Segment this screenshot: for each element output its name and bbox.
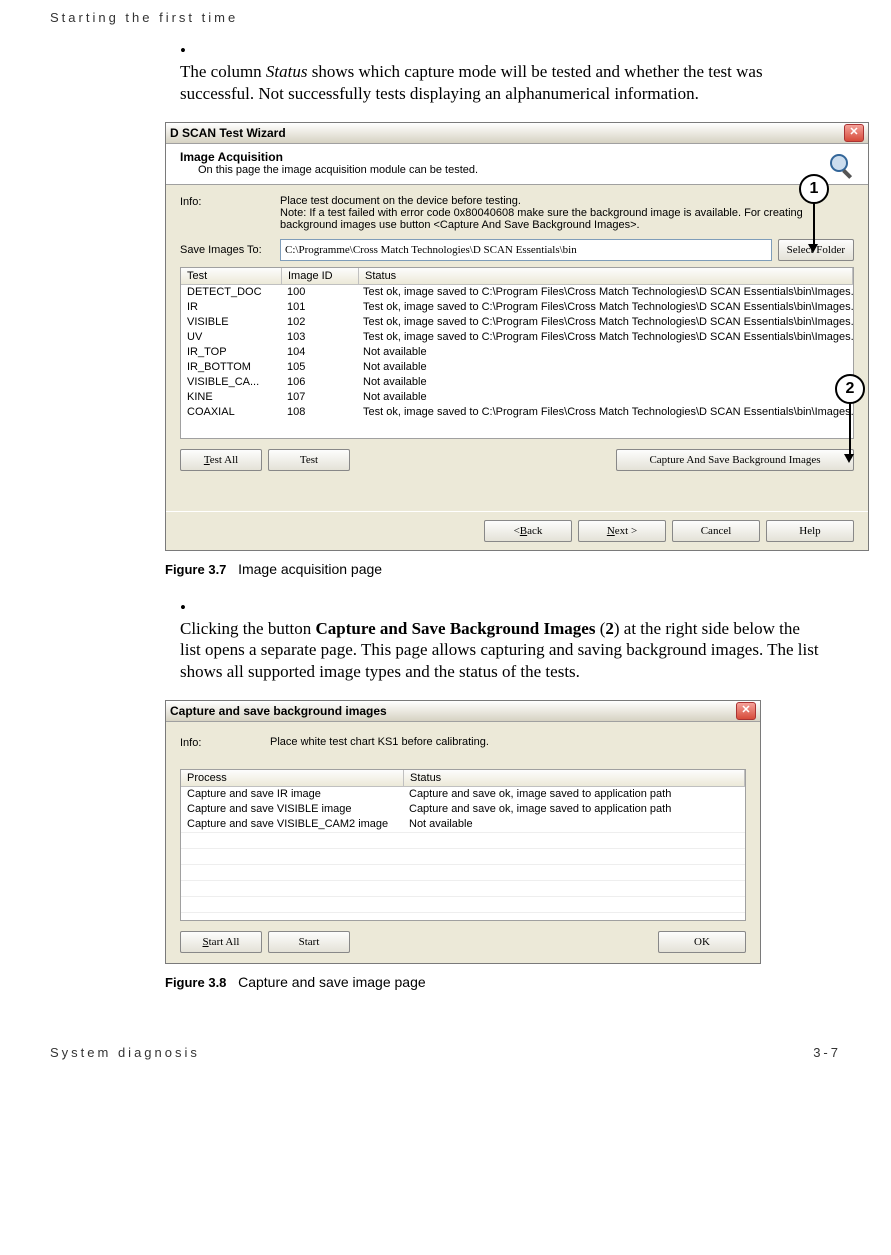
start-all-button[interactable]: Start All [180, 931, 262, 953]
info-text: Place test document on the device before… [280, 195, 854, 231]
col-status[interactable]: Status [359, 268, 853, 284]
window-titlebar: D SCAN Test Wizard ✕ [166, 123, 868, 144]
table-row[interactable]: Capture and save VISIBLE_CAM2 imageNot a… [181, 817, 745, 832]
wizard-subheading: On this page the image acquisition modul… [198, 164, 854, 176]
table-row[interactable]: Capture and save VISIBLE imageCapture an… [181, 802, 745, 817]
wizard-header: Image Acquisition On this page the image… [166, 144, 868, 185]
start-button[interactable]: Start [268, 931, 350, 953]
window-title-2: Capture and save background images [170, 704, 736, 718]
callout-1: 1 [799, 174, 829, 204]
info-text-2: Place white test chart KS1 before calibr… [270, 736, 746, 749]
test-button[interactable]: Test [268, 449, 350, 471]
table-row[interactable]: DETECT_DOC100Test ok, image saved to C:\… [181, 285, 853, 300]
col-status-2[interactable]: Status [404, 770, 745, 786]
footer-left: System diagnosis [50, 1045, 200, 1060]
running-header: Starting the first time [50, 10, 841, 25]
callout-2: 2 [835, 374, 865, 404]
table-row[interactable]: IR101Test ok, image saved to C:\Program … [181, 300, 853, 315]
window-title: D SCAN Test Wizard [170, 126, 844, 140]
figure-3-7: 1 2 D SCAN Test Wizard ✕ Image Acquisiti… [165, 122, 869, 551]
ok-button[interactable]: OK [658, 931, 746, 953]
process-table: Process Status Capture and save IR image… [180, 769, 746, 921]
next-button[interactable]: Next > [578, 520, 666, 542]
wizard-heading: Image Acquisition [180, 150, 854, 164]
table-row[interactable]: COAXIAL108Test ok, image saved to C:\Pro… [181, 405, 853, 420]
footer-right: 3-7 [813, 1045, 841, 1060]
save-path-input[interactable] [280, 239, 772, 261]
col-test[interactable]: Test [181, 268, 282, 284]
paragraph-2: • Clicking the button Capture and Save B… [180, 597, 841, 682]
table-row[interactable]: VISIBLE102Test ok, image saved to C:\Pro… [181, 315, 853, 330]
info-label-2: Info: [180, 736, 270, 749]
back-button[interactable]: < Back [484, 520, 572, 542]
test-table: Test Image ID Status DETECT_DOC100Test o… [180, 267, 854, 439]
table-row[interactable]: VISIBLE_CA...106Not available [181, 375, 853, 390]
col-process[interactable]: Process [181, 770, 404, 786]
figure-3-8: Capture and save background images ✕ Inf… [165, 700, 761, 964]
wizard-footer: < Back Next > Cancel Help [166, 511, 868, 550]
window-titlebar-2: Capture and save background images ✕ [166, 701, 760, 722]
table-row[interactable]: IR_TOP104Not available [181, 345, 853, 360]
table-row[interactable]: IR_BOTTOM105Not available [181, 360, 853, 375]
table-row[interactable]: Capture and save IR imageCapture and sav… [181, 787, 745, 802]
table-row[interactable]: UV103Test ok, image saved to C:\Program … [181, 330, 853, 345]
table-row[interactable]: KINE107Not available [181, 390, 853, 405]
close-icon[interactable]: ✕ [844, 124, 864, 142]
page-footer: System diagnosis 3-7 [0, 1025, 891, 1070]
help-button[interactable]: Help [766, 520, 854, 542]
capture-save-bg-button[interactable]: Capture And Save Background Images [616, 449, 854, 471]
test-all-button[interactable]: Test All [180, 449, 262, 471]
close-icon[interactable]: ✕ [736, 702, 756, 720]
info-label: Info: [180, 195, 280, 231]
magnifier-icon [826, 150, 858, 182]
cancel-button[interactable]: Cancel [672, 520, 760, 542]
paragraph-1: • The column Status shows which capture … [180, 40, 841, 104]
save-images-label: Save Images To: [180, 243, 280, 256]
figure-3-7-caption: Figure 3.7 Image acquisition page [165, 561, 841, 577]
figure-3-8-caption: Figure 3.8 Capture and save image page [165, 974, 841, 990]
col-image-id[interactable]: Image ID [282, 268, 359, 284]
